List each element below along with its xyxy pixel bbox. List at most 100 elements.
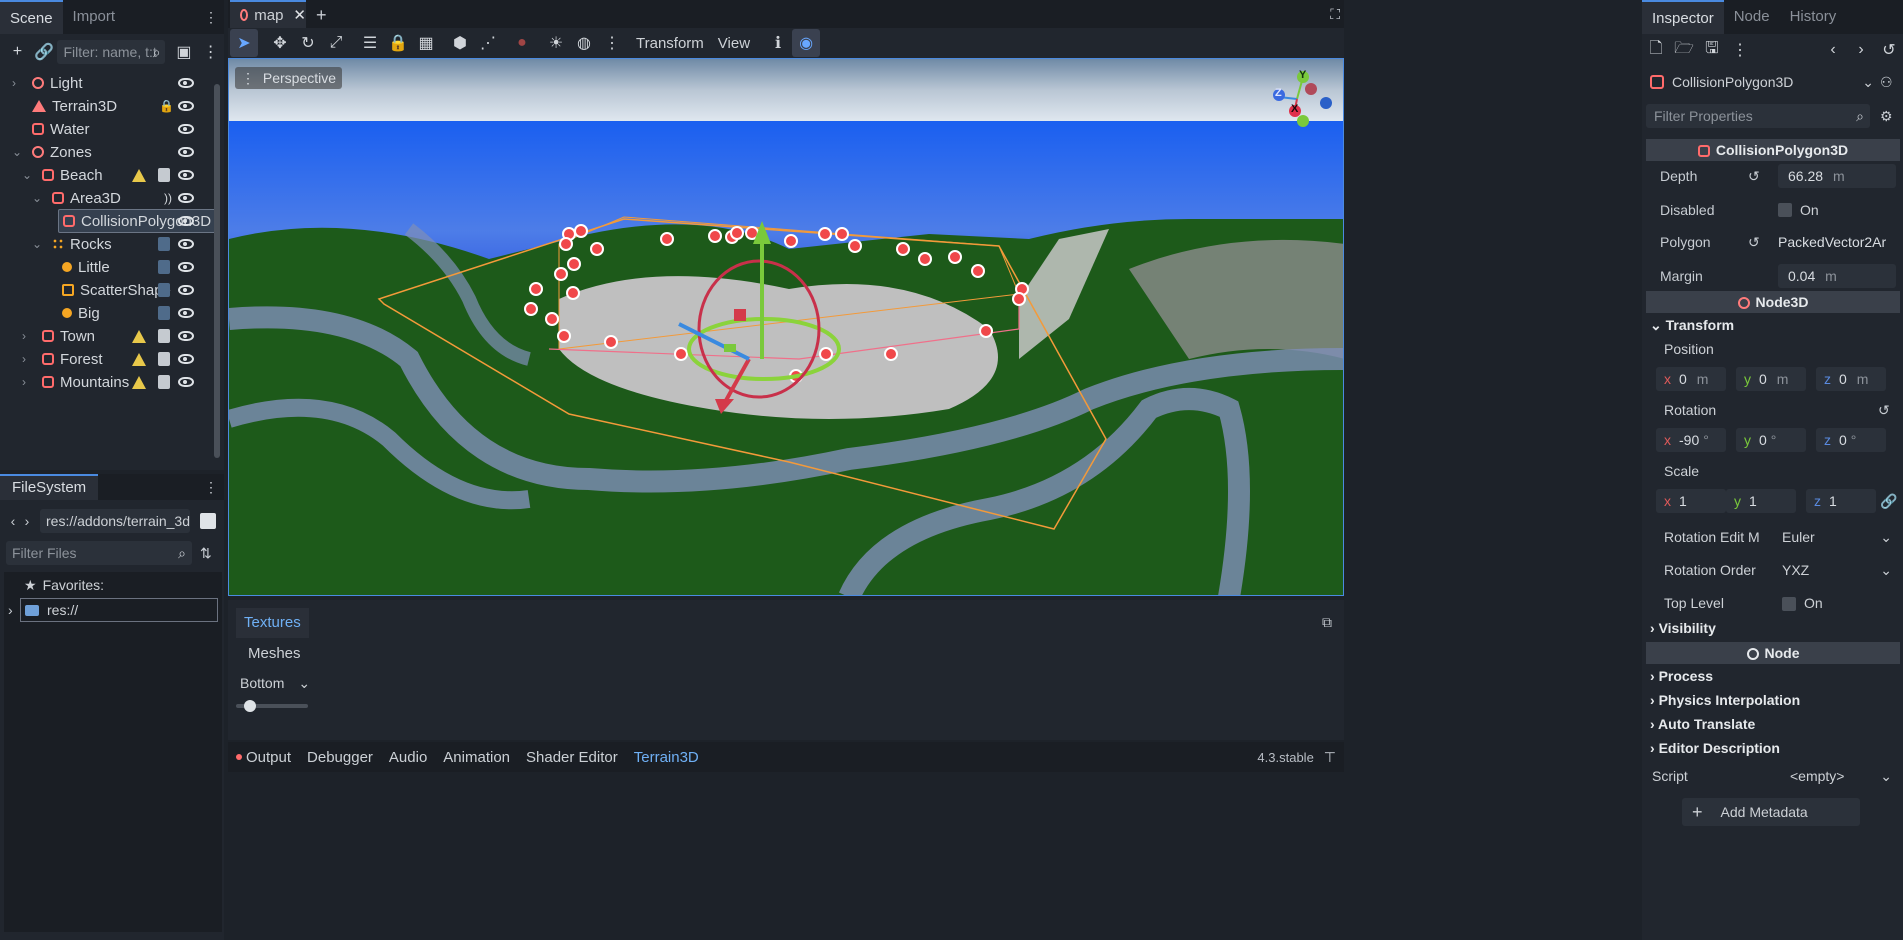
tab-animation[interactable]: Animation (443, 749, 510, 766)
tab-shader-editor[interactable]: Shader Editor (526, 749, 618, 766)
position-y-field[interactable]: y0 m (1736, 367, 1806, 391)
polygon-vertex-handle[interactable] (918, 252, 932, 266)
scale-y-field[interactable]: y1 (1726, 489, 1796, 513)
script-icon[interactable] (158, 306, 170, 320)
back-icon[interactable]: ‹ (1819, 36, 1847, 64)
visibility-eye-icon[interactable] (178, 377, 194, 387)
polygon-vertex-handle[interactable] (948, 250, 962, 264)
inspector-menu-icon[interactable]: ⋮ (1726, 36, 1754, 64)
polygon-vertex-handle[interactable] (835, 227, 849, 241)
revert-icon[interactable]: ↺ (1748, 168, 1760, 185)
polygon-vertex-handle[interactable] (730, 226, 744, 240)
visibility-eye-icon[interactable] (178, 285, 194, 295)
select-tool-icon[interactable]: ➤ (230, 29, 258, 57)
sun-icon[interactable]: ☀ (542, 29, 570, 57)
pin-panel-icon[interactable]: ⊤ (1324, 749, 1336, 766)
polygon-vertex-handle[interactable] (708, 229, 722, 243)
link-icon[interactable]: 🔗 (31, 38, 58, 66)
terrain-tool-icon[interactable]: ◉ (792, 29, 821, 57)
path-field[interactable]: res://addons/terrain_3d/src (40, 509, 190, 533)
sort-icon[interactable]: ⇅ (200, 545, 212, 562)
history-icon[interactable]: ↺ (1875, 36, 1903, 64)
polygon-vertex-handle[interactable] (529, 282, 543, 296)
polygon-vertex-handle[interactable] (848, 239, 862, 253)
polygon-vertex-handle[interactable] (557, 329, 571, 343)
visibility-eye-icon[interactable] (178, 354, 194, 364)
margin-field[interactable]: 0.04 m (1778, 264, 1896, 288)
add-node-icon[interactable]: + (4, 38, 31, 66)
tab-scene[interactable]: Scene (0, 0, 63, 34)
favorites-row[interactable]: ★ Favorites: (4, 572, 222, 598)
tab-node[interactable]: Node (1724, 0, 1780, 34)
camera-icon[interactable]: ● (508, 29, 536, 57)
signal-icon[interactable]: )) (164, 191, 172, 205)
category-process[interactable]: › Process (1650, 668, 1713, 684)
open-folder-icon[interactable]: 🗁 (1670, 36, 1698, 64)
scale-z-field[interactable]: z1 (1806, 489, 1876, 513)
toolbar-menu-icon[interactable]: ⋮ (598, 29, 626, 57)
polygon-vertex-handle[interactable] (554, 267, 568, 281)
tab-terrain3d[interactable]: Terrain3D (634, 749, 699, 766)
script-icon[interactable] (158, 352, 170, 366)
rotation-z-field[interactable]: z 0 ° (1816, 428, 1886, 452)
polygon-vertex-handle[interactable] (574, 224, 588, 238)
category-transform[interactable]: ⌄ Transform (1650, 317, 1734, 334)
warning-icon[interactable] (132, 352, 146, 366)
scene-tree-item[interactable]: › Mountains (0, 369, 214, 395)
warning-icon[interactable] (132, 375, 146, 389)
scene-tab-map[interactable]: map ✕ (230, 0, 306, 28)
expand-icon[interactable]: › (8, 602, 13, 618)
polygon-vertex-handle[interactable] (674, 347, 688, 361)
toggle-split-icon[interactable] (200, 513, 216, 529)
category-editor-description[interactable]: › Editor Description (1650, 740, 1780, 756)
scene-filter-input[interactable]: Filter: name, t:t ⌕ (57, 40, 165, 64)
file-filter-input[interactable]: Filter Files ⌕ (6, 541, 192, 565)
save-icon[interactable]: 🖫 (1698, 36, 1726, 64)
visibility-eye-icon[interactable] (178, 193, 194, 203)
revert-icon[interactable]: ↺ (1748, 234, 1760, 251)
script-icon[interactable] (158, 168, 170, 182)
warning-icon[interactable] (132, 329, 146, 343)
tab-audio[interactable]: Audio (389, 749, 427, 766)
polygon-vertex-handle[interactable] (567, 257, 581, 271)
menu-view[interactable]: View (718, 35, 750, 52)
inspector-options-icon[interactable]: ⚙ (1880, 108, 1893, 125)
tab-filesystem[interactable]: FileSystem (0, 474, 99, 500)
position-z-field[interactable]: z0 m (1816, 367, 1886, 391)
visibility-eye-icon[interactable] (178, 78, 194, 88)
position-dropdown[interactable]: Bottom ⌄ (240, 672, 310, 694)
tab-debugger[interactable]: Debugger (307, 749, 373, 766)
polygon-vertex-handle[interactable] (660, 232, 674, 246)
visibility-eye-icon[interactable] (178, 331, 194, 341)
polygon-vertex-handle[interactable] (590, 242, 604, 256)
depth-field[interactable]: 66.28 m (1778, 164, 1896, 188)
script-icon[interactable] (158, 283, 170, 297)
script-icon[interactable] (158, 260, 170, 274)
forward-icon[interactable]: › (20, 513, 34, 529)
script-field[interactable]: <empty> ⌄ (1778, 764, 1896, 788)
dock-menu-icon[interactable]: ⋮ (204, 9, 218, 26)
add-scene-tab-icon[interactable]: + (316, 5, 327, 26)
info-icon[interactable]: ℹ (764, 29, 792, 57)
visibility-eye-icon[interactable] (178, 147, 194, 157)
new-resource-icon[interactable]: 🗋 (1642, 36, 1670, 64)
script-icon[interactable] (158, 329, 170, 343)
dock-layout-icon[interactable]: ⧉ (1322, 614, 1332, 631)
local-space-icon[interactable]: ⬢ (446, 29, 474, 57)
tab-inspector[interactable]: Inspector (1642, 0, 1724, 34)
selectable-list-icon[interactable]: ☰ (356, 29, 384, 57)
visibility-eye-icon[interactable] (178, 216, 194, 226)
position-x-field[interactable]: x0 m (1656, 367, 1726, 391)
tab-output[interactable]: Output (246, 749, 291, 766)
category-physics-interpolation[interactable]: › Physics Interpolation (1650, 692, 1800, 708)
back-icon[interactable]: ‹ (6, 513, 20, 529)
visibility-eye-icon[interactable] (178, 239, 194, 249)
polygon-vertex-handle[interactable] (896, 242, 910, 256)
polygon-vertex-handle[interactable] (545, 312, 559, 326)
warning-icon[interactable] (132, 168, 146, 182)
tab-meshes[interactable]: Meshes (248, 644, 301, 664)
dock-menu-icon[interactable]: ⋮ (204, 479, 218, 496)
disabled-checkbox[interactable] (1778, 203, 1792, 217)
category-visibility[interactable]: › Visibility (1650, 620, 1716, 636)
polygon-vertex-handle[interactable] (559, 237, 573, 251)
